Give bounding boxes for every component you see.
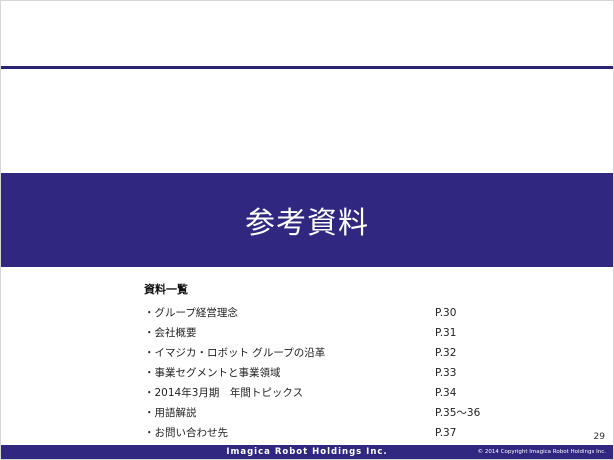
toc-item-label: ・用語解説 [144,407,197,419]
toc-item-page: P.34 [435,387,457,399]
page-number: 29 [593,432,605,442]
toc-item: ・イマジカ・ロボット グループの沿革 P.32 [144,343,484,363]
toc-item-page: P.33 [435,367,457,379]
slide-title: 参考資料 [245,206,369,241]
footer-bar: Imagica Robot Holdings Inc. © 2014 Copyr… [1,445,613,459]
toc-item-label: ・イマジカ・ロボット グループの沿革 [144,347,326,359]
toc-heading: 資料一覧 [144,283,188,296]
toc-item: ・お問い合わせ先 P.37 [144,423,484,443]
toc-item: ・2014年3月期 年間トピックス P.34 [144,383,484,403]
toc-item-page: P.37 [435,427,457,439]
toc-item-label: ・会社概要 [144,327,197,339]
toc-item: ・事業セグメントと事業領域 P.33 [144,363,484,383]
toc-item: ・グループ経営理念 P.30 [144,303,484,323]
top-divider [1,66,613,69]
toc-item-page: P.35～36 [435,407,481,419]
toc-item-page: P.30 [435,307,457,319]
toc-item: ・用語解説 P.35～36 [144,403,484,423]
toc-item-label: ・グループ経営理念 [144,307,238,319]
toc-item-label: ・2014年3月期 年間トピックス [144,387,304,399]
toc-item: ・会社概要 P.31 [144,323,484,343]
slide: 参考資料 資料一覧 ・グループ経営理念 P.30 ・会社概要 P.31 ・イマジ… [0,0,614,460]
table-of-contents: 資料一覧 ・グループ経営理念 P.30 ・会社概要 P.31 ・イマジカ・ロボッ… [144,282,484,443]
title-band: 参考資料 [1,173,613,267]
footer-copyright: © 2014 Copyright Imagica Robot Holdings … [477,449,606,455]
toc-list: ・グループ経営理念 P.30 ・会社概要 P.31 ・イマジカ・ロボット グルー… [144,303,484,443]
toc-item-page: P.32 [435,347,457,359]
toc-item-page: P.31 [435,327,457,339]
toc-item-label: ・事業セグメントと事業領域 [144,367,281,379]
toc-item-label: ・お問い合わせ先 [144,427,228,439]
